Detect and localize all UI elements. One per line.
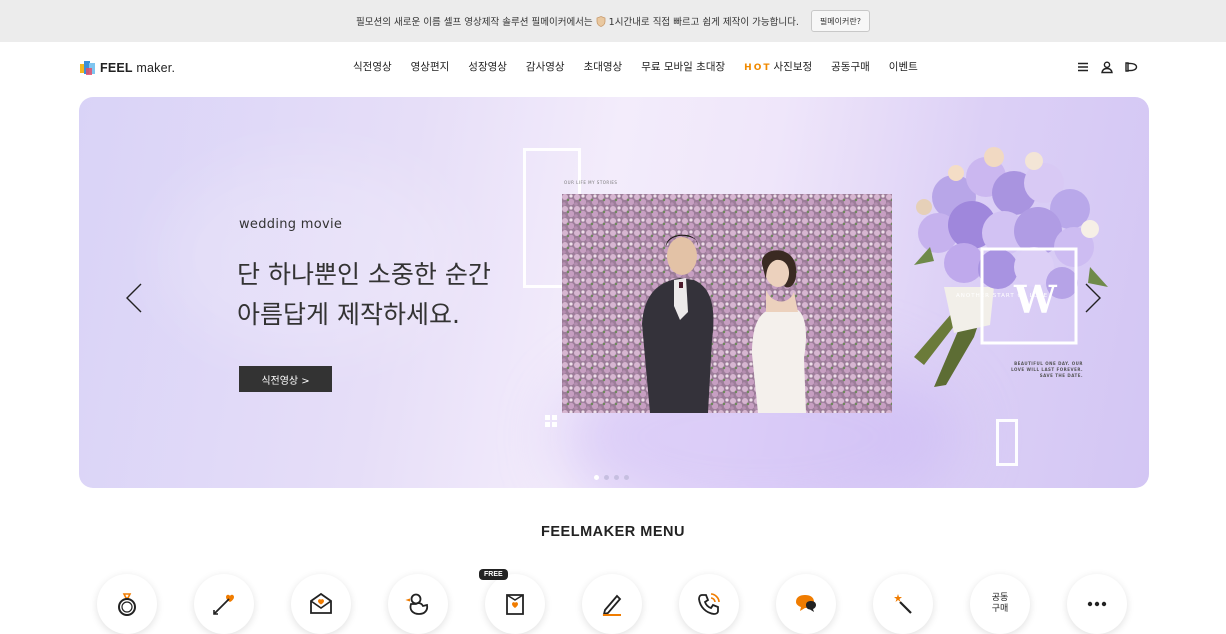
nav-item-thanks-video[interactable]: 감사영상	[526, 59, 565, 74]
logo-text: FEEL maker.	[100, 61, 176, 75]
duck-icon	[405, 593, 429, 615]
photo-caption: OUR LIFE MY STORIES	[564, 180, 618, 185]
main-nav: 식전영상 영상편지 성장영상 감사영상 초대영상 무료 모바일 초대장 HOT 사…	[353, 59, 918, 74]
pen-icon	[602, 594, 622, 616]
shield-icon	[596, 15, 606, 27]
more-icon	[1087, 601, 1107, 607]
chevron-left-icon[interactable]	[125, 283, 143, 313]
nav-item-pre-ceremony-video[interactable]: 식전영상	[353, 59, 392, 74]
menu-item-group-buy[interactable]: 공동 구매	[970, 574, 1030, 634]
menu-icon[interactable]	[1076, 60, 1090, 74]
group-buy-text: 공동 구매	[991, 593, 1009, 614]
logo-mark-icon	[80, 60, 96, 76]
bouquet-text: ANOTHER START OF LOVE	[956, 293, 1048, 299]
what-is-feelmaker-button[interactable]: 필메이커란?	[810, 10, 870, 32]
announcement-text-a: 필모션의 새로운 이름 셀프 영상제작 솔루션 필메이커에서는	[356, 17, 593, 28]
menu-item-chat[interactable]	[776, 574, 836, 634]
wedding-photo	[562, 194, 892, 413]
free-badge: FREE	[479, 569, 508, 580]
hero-banner: wedding movie 단 하나뿐인 소중한 순간 아름답게 제작하세요. …	[79, 97, 1149, 488]
hero-title: 단 하나뿐인 소중한 순간 아름답게 제작하세요.	[237, 255, 491, 335]
menu-item-letter[interactable]	[291, 574, 351, 634]
slide-indicator	[594, 475, 629, 480]
menu-item-cupid[interactable]	[194, 574, 254, 634]
chat-icon	[796, 595, 816, 612]
announcement-bar: 필모션의 새로운 이름 셀프 영상제작 솔루션 필메이커에서는 1시간내로 직접…	[0, 0, 1226, 42]
decorative-frame	[996, 419, 1018, 466]
hero-title-line1: 단 하나뿐인 소중한 순간	[237, 260, 491, 289]
nav-item-video-letter[interactable]: 영상편지	[411, 59, 450, 74]
hero-tagline: BEAUTIFUL ONE DAY. OUR LOVE WILL LAST FO…	[1011, 361, 1083, 378]
slide-dot[interactable]	[604, 475, 609, 480]
menu-section-title: FEELMAKER MENU	[541, 524, 685, 540]
hero-title-line2: 아름답게 제작하세요.	[237, 300, 460, 329]
phone-call-icon	[698, 593, 720, 615]
mobile-invitation-icon	[506, 594, 524, 615]
hot-badge: HOT	[744, 63, 772, 73]
nav-item-free-mobile-invitation[interactable]: 무료 모바일 초대장	[641, 59, 725, 74]
slide-dot[interactable]	[594, 475, 599, 480]
menu-item-ring[interactable]	[97, 574, 157, 634]
cart-icon[interactable]	[1124, 60, 1138, 74]
letter-icon	[310, 592, 332, 614]
ring-icon	[118, 593, 136, 616]
logo[interactable]: FEEL maker.	[80, 60, 175, 76]
nav-item-invitation-video[interactable]: 초대영상	[584, 59, 623, 74]
menu-item-phone[interactable]	[679, 574, 739, 634]
bouquet-letter: W	[1013, 277, 1058, 322]
nav-item-growth-video[interactable]: 성장영상	[468, 59, 507, 74]
site-header: FEEL maker. 식전영상 영상편지 성장영상 감사영상 초대영상 무료 …	[0, 42, 1226, 94]
menu-item-pen[interactable]	[582, 574, 642, 634]
header-icons	[1076, 60, 1138, 74]
hero-subtitle: wedding movie	[239, 217, 343, 232]
slide-dot[interactable]	[624, 475, 629, 480]
menu-item-duck[interactable]	[388, 574, 448, 634]
grid-icon	[545, 415, 557, 427]
announcement-text-b: 1시간내로 직접 빠르고 쉽게 제작이 가능합니다.	[608, 17, 799, 28]
user-icon[interactable]	[1100, 60, 1114, 74]
nav-item-event[interactable]: 이벤트	[889, 59, 918, 74]
nav-item-group-buy[interactable]: 공동구매	[831, 59, 870, 74]
magic-wand-icon	[894, 594, 912, 614]
pre-ceremony-video-cta-button[interactable]: 식전영상 >	[239, 366, 332, 392]
slide-dot[interactable]	[614, 475, 619, 480]
menu-item-more[interactable]	[1067, 574, 1127, 634]
announcement-message: 필모션의 새로운 이름 셀프 영상제작 솔루션 필메이커에서는 1시간내로 직접…	[356, 14, 799, 28]
menu-item-mobile-invitation[interactable]: FREE	[479, 569, 545, 634]
menu-item-magic-wand[interactable]	[873, 574, 933, 634]
menu-icons-row: FREE 공동 구매	[97, 569, 1127, 634]
nav-item-photo-retouch[interactable]: HOT 사진보정	[744, 59, 812, 74]
bouquet-image: W ANOTHER START OF LOVE	[914, 147, 1108, 387]
cupid-arrow-icon	[213, 594, 234, 615]
